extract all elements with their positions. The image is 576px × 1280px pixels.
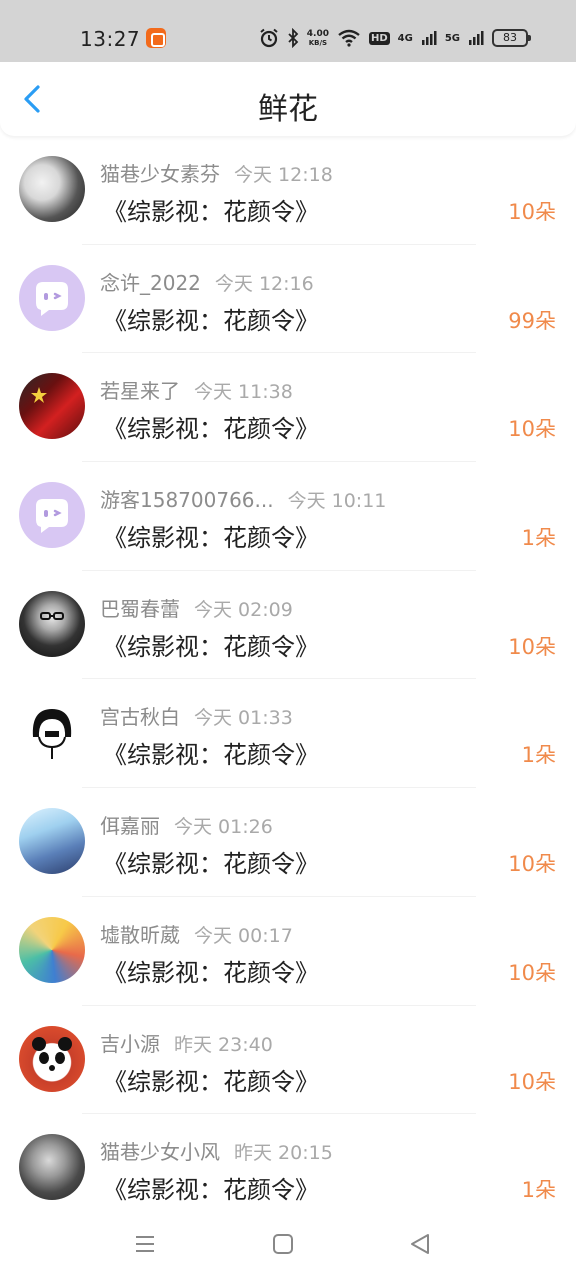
list-item[interactable]: 念许_2022 今天 12:16 《综影视：花颜令》 99朵 [0, 245, 576, 354]
speed-value: 4.00 [306, 28, 329, 39]
book-title[interactable]: 《综影视：花颜令》 [103, 409, 319, 444]
timestamp: 昨天 20:15 [234, 1142, 333, 1165]
avatar[interactable] [19, 264, 85, 331]
book-title[interactable]: 《综影视：花颜令》 [103, 518, 319, 553]
book-title[interactable]: 《综影视：花颜令》 [103, 735, 319, 770]
timestamp: 今天 11:38 [194, 381, 293, 404]
flower-count: 1朵 [521, 526, 556, 551]
name-line: 墟散昕葳 今天 00:17 [100, 919, 293, 948]
glasses-icon [40, 611, 64, 620]
book-title[interactable]: 《综影视：花颜令》 [103, 844, 319, 879]
timestamp: 今天 10:11 [287, 490, 387, 513]
flower-count: 10朵 [508, 200, 556, 224]
flower-count: 99朵 [508, 308, 556, 333]
name-line: 猫巷少女素芬 今天 12:18 [100, 158, 333, 187]
hd-badge: HD [368, 31, 390, 45]
flower-count: 10朵 [508, 417, 556, 442]
signal-icon [421, 31, 437, 45]
avatar[interactable] [19, 482, 85, 549]
timestamp: 今天 01:26 [174, 816, 273, 839]
status-time: 13:27 [80, 27, 141, 51]
flower-count: 10朵 [508, 1069, 556, 1094]
name-line: 宫古秋白 今天 01:33 [100, 701, 293, 730]
avatar[interactable] [19, 590, 85, 657]
list-item[interactable]: 猫巷少女素芬 今天 12:18 《综影视：花颜令》 10朵 [0, 136, 576, 245]
list-item[interactable]: 宫古秋白 今天 01:33 《综影视：花颜令》 1朵 [0, 679, 576, 789]
network-5g: 5G [444, 32, 460, 44]
list-item[interactable]: 吉小源 昨天 23:40 《综影视：花颜令》 10朵 [0, 1006, 576, 1115]
flower-count: 10朵 [508, 634, 556, 659]
book-title[interactable]: 《综影视：花颜令》 [103, 192, 319, 227]
default-chat-avatar-icon [36, 499, 68, 534]
avatar[interactable] [19, 1025, 85, 1092]
default-chat-avatar-icon [36, 281, 68, 316]
list-item[interactable]: 游客158700766... 今天 10:11 《综影视：花颜令》 1朵 [0, 462, 576, 571]
bluetooth-icon [288, 28, 299, 48]
back-icon[interactable] [408, 1232, 432, 1256]
timestamp: 昨天 23:40 [174, 1033, 273, 1056]
menu-icon[interactable] [133, 1232, 157, 1256]
avatar[interactable] [19, 808, 85, 875]
username[interactable]: 吉小源 [100, 1032, 160, 1056]
avatar[interactable] [19, 916, 85, 983]
list-item[interactable]: 猫巷少女小风 昨天 20:15 《综影视：花颜令》 1朵 [0, 1114, 576, 1223]
status-icons: 4.00 KB/S HD 4G 5G 83 [259, 26, 531, 50]
username[interactable]: 念许_2022 [100, 271, 201, 295]
wifi-icon [338, 29, 360, 47]
timestamp: 今天 00:17 [194, 924, 293, 947]
avatar[interactable] [19, 373, 85, 440]
status-bar: 13:27 4.00 KB/S HD 4G 5G 83 [0, 0, 576, 62]
username[interactable]: 墟散昕葳 [100, 923, 180, 947]
speed-unit: KB/S [308, 38, 328, 47]
username[interactable]: 佴嘉丽 [100, 814, 160, 838]
avatar[interactable] [19, 156, 85, 222]
network-speed: 4.00 KB/S [306, 28, 329, 47]
name-line: 若星来了 今天 11:38 [100, 375, 293, 404]
name-line: 念许_2022 今天 12:16 [100, 267, 314, 296]
name-line: 巴蜀春蕾 今天 02:09 [100, 593, 293, 622]
flower-count: 10朵 [508, 852, 556, 877]
flower-count: 1朵 [521, 1178, 556, 1203]
timestamp: 今天 01:33 [194, 707, 293, 730]
avatar[interactable] [19, 699, 85, 766]
timestamp: 今天 12:16 [214, 272, 314, 295]
book-title[interactable]: 《综影视：花颜令》 [103, 627, 319, 662]
username[interactable]: 游客158700766... [100, 488, 274, 512]
name-line: 佴嘉丽 今天 01:26 [100, 810, 273, 839]
flower-count: 1朵 [521, 743, 556, 768]
timestamp: 今天 12:18 [234, 164, 333, 186]
username[interactable]: 巴蜀春蕾 [100, 597, 180, 621]
list-item[interactable]: 若星来了 今天 11:38 《综影视：花颜令》 10朵 [0, 353, 576, 463]
book-title[interactable]: 《综影视：花颜令》 [103, 1062, 319, 1097]
name-line: 游客158700766... 今天 10:11 [100, 484, 386, 513]
list-item[interactable]: 佴嘉丽 今天 01:26 《综影视：花颜令》 10朵 [0, 788, 576, 897]
panda-icon [32, 1036, 72, 1071]
list-item[interactable]: 巴蜀春蕾 今天 02:09 《综影视：花颜令》 10朵 [0, 571, 576, 680]
star-icon [31, 387, 47, 404]
flower-count: 10朵 [508, 960, 556, 985]
book-title[interactable]: 《综影视：花颜令》 [103, 1170, 319, 1205]
username[interactable]: 猫巷少女素芬 [100, 162, 220, 186]
username[interactable]: 若星来了 [100, 379, 180, 403]
signal-icon-2 [469, 31, 484, 45]
header-bar: 鲜花 [0, 62, 576, 136]
list-item[interactable]: 墟散昕葳 今天 00:17 《综影视：花颜令》 10朵 [0, 897, 576, 1006]
name-line: 吉小源 昨天 23:40 [100, 1028, 273, 1057]
battery-icon: 83 [492, 29, 531, 47]
system-nav-bar [0, 1212, 576, 1280]
bob-hair-avatar-icon [32, 709, 72, 760]
page-title: 鲜花 [258, 92, 318, 127]
username[interactable]: 宫古秋白 [100, 705, 180, 729]
book-title[interactable]: 《综影视：花颜令》 [103, 301, 319, 336]
name-line: 猫巷少女小风 昨天 20:15 [100, 1136, 333, 1165]
avatar[interactable] [19, 1134, 85, 1201]
flower-list: 猫巷少女素芬 今天 12:18 《综影视：花颜令》 10朵 念许_2022 今天 1… [0, 136, 576, 1223]
book-title[interactable]: 《综影视：花颜令》 [103, 953, 319, 988]
network-4g: 4G [397, 32, 413, 44]
timestamp: 今天 02:09 [194, 598, 293, 621]
alarm-icon [260, 28, 278, 48]
username[interactable]: 猫巷少女小风 [100, 1140, 220, 1164]
home-icon[interactable] [272, 1232, 294, 1256]
app-notification-icon [146, 28, 166, 48]
